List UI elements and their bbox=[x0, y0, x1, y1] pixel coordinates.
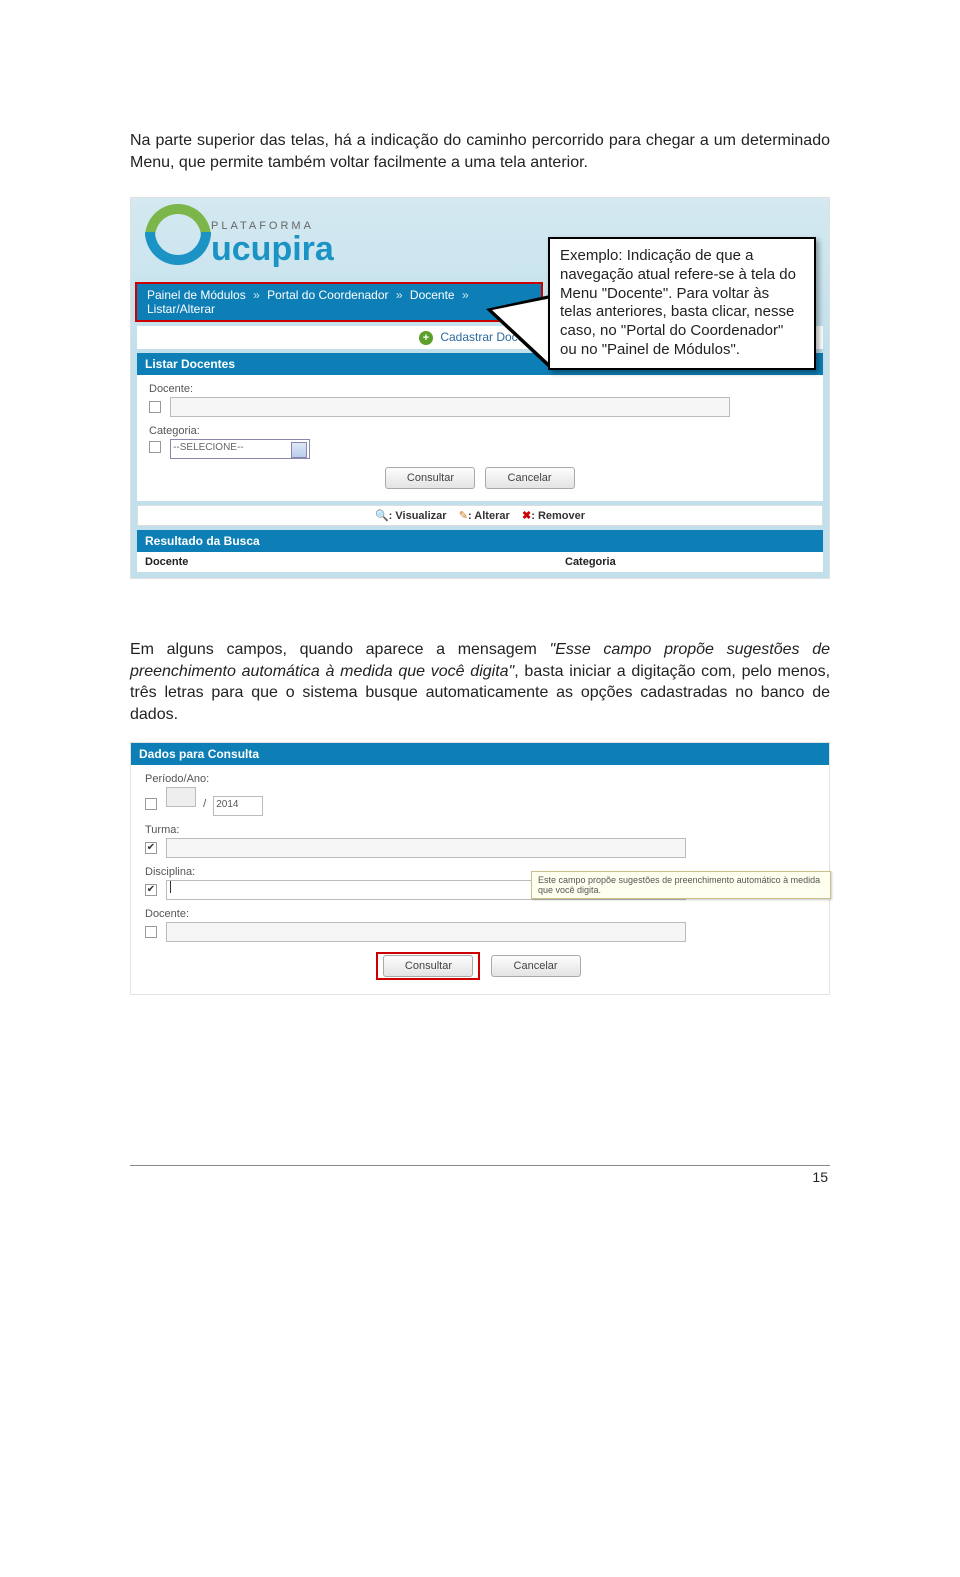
magnifier-icon: 🔍 bbox=[375, 510, 389, 522]
section-resultado-busca: Resultado da Busca bbox=[137, 530, 823, 552]
periodo-input-year[interactable]: 2014 bbox=[213, 796, 263, 816]
plus-icon: + bbox=[419, 331, 433, 345]
breadcrumb-item[interactable]: Listar/Alterar bbox=[147, 302, 215, 316]
edit-icon: ✎ bbox=[459, 510, 468, 522]
consultar-button[interactable]: Consultar bbox=[385, 467, 475, 489]
cancelar-button[interactable]: Cancelar bbox=[485, 467, 575, 489]
breadcrumb-sep: » bbox=[462, 288, 469, 302]
section-dados-consulta: Dados para Consulta bbox=[131, 743, 829, 765]
logo-name: ucupira bbox=[211, 230, 334, 268]
docente-checkbox[interactable] bbox=[149, 401, 161, 413]
intro-paragraph: Na parte superior das telas, há a indica… bbox=[130, 130, 830, 173]
docente-input[interactable] bbox=[170, 397, 730, 417]
screenshot-1: PLATAFORMA ucupira Painel de Módulos » P… bbox=[130, 197, 830, 579]
categoria-checkbox[interactable] bbox=[149, 441, 161, 453]
disciplina-checkbox[interactable] bbox=[145, 884, 157, 896]
callout-pointer-fill bbox=[492, 298, 552, 366]
slash-label: / bbox=[203, 798, 206, 810]
categoria-label: Categoria: bbox=[149, 425, 811, 437]
turma-checkbox[interactable] bbox=[145, 842, 157, 854]
consultar-button-2[interactable]: Consultar bbox=[383, 955, 473, 977]
breadcrumb[interactable]: Painel de Módulos » Portal do Coordenado… bbox=[135, 282, 543, 322]
autocomplete-tooltip: Este campo propõe sugestões de preenchim… bbox=[531, 871, 831, 899]
callout-box: Exemplo: Indicação de que a navegação at… bbox=[548, 237, 816, 370]
paragraph-2: Em alguns campos, quando aparece a mensa… bbox=[130, 639, 830, 725]
turma-label: Turma: bbox=[145, 824, 815, 836]
breadcrumb-item[interactable]: Painel de Módulos bbox=[147, 288, 246, 302]
docente2-checkbox[interactable] bbox=[145, 926, 157, 938]
turma-input[interactable] bbox=[166, 838, 686, 858]
remove-icon: ✖ bbox=[522, 510, 531, 522]
docente2-input[interactable] bbox=[166, 922, 686, 942]
page-number: 15 bbox=[130, 1165, 830, 1185]
periodo-input-1[interactable] bbox=[166, 787, 196, 807]
screenshot-2: Dados para Consulta Período/Ano: / 2014 … bbox=[130, 742, 830, 995]
text-cursor-icon bbox=[170, 881, 171, 893]
col-categoria: Categoria bbox=[565, 556, 815, 568]
breadcrumb-item[interactable]: Portal do Coordenador bbox=[267, 288, 388, 302]
docente2-label: Docente: bbox=[145, 908, 815, 920]
consultar-highlight-box: Consultar bbox=[376, 952, 480, 980]
periodo-label: Período/Ano: bbox=[145, 773, 815, 785]
col-docente: Docente bbox=[145, 556, 565, 568]
sucupira-logo: PLATAFORMA ucupira bbox=[143, 206, 203, 271]
legend-bar: 🔍: Visualizar ✎: Alterar ✖: Remover bbox=[137, 505, 823, 526]
docente-label: Docente: bbox=[149, 383, 811, 395]
logo-s-icon bbox=[143, 206, 203, 266]
breadcrumb-sep: » bbox=[396, 288, 403, 302]
cancelar-button-2[interactable]: Cancelar bbox=[491, 955, 581, 977]
periodo-checkbox[interactable] bbox=[145, 798, 157, 810]
breadcrumb-item[interactable]: Docente bbox=[410, 288, 455, 302]
breadcrumb-sep: » bbox=[253, 288, 260, 302]
categoria-select[interactable]: --SELECIONE-- bbox=[170, 439, 310, 459]
